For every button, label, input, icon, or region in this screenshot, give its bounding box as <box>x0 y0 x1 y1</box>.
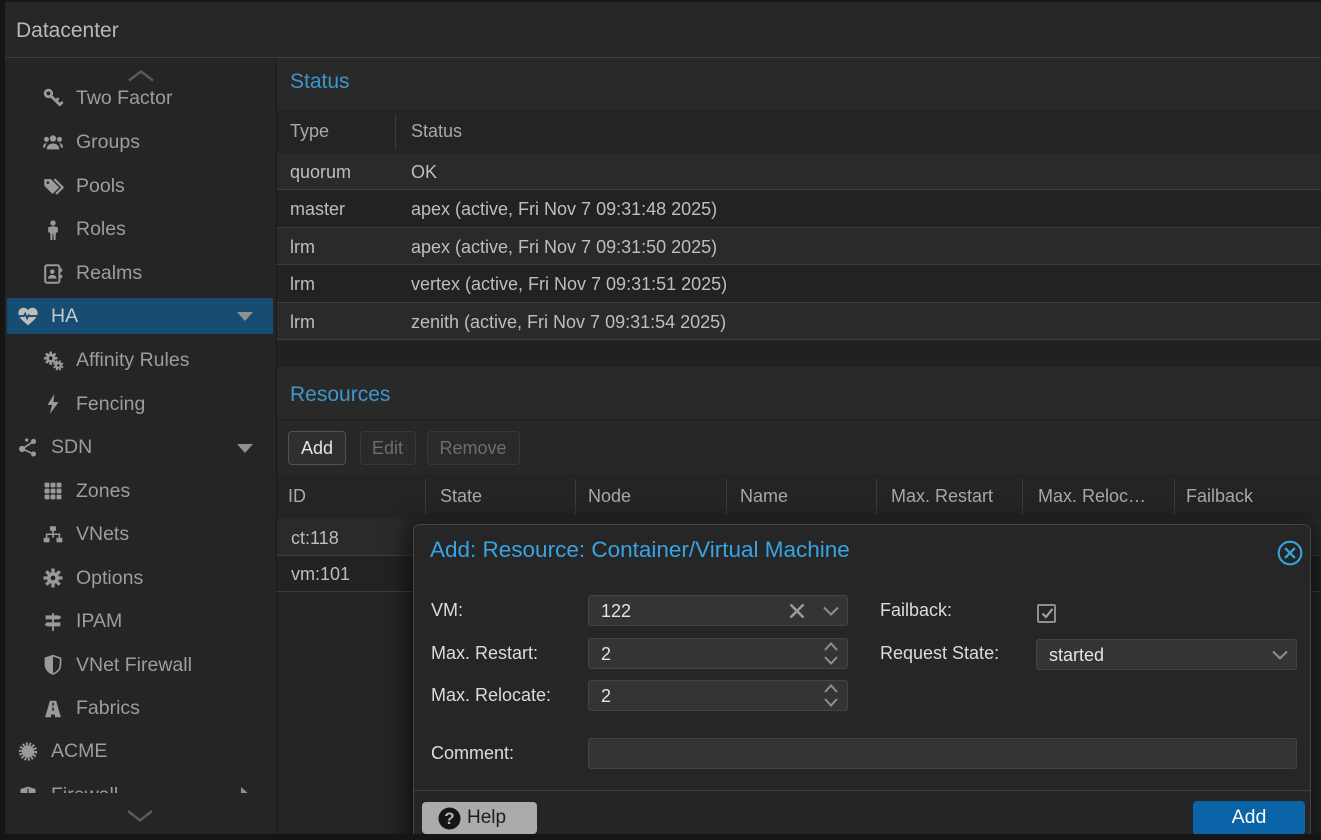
svg-text:?: ? <box>444 809 454 828</box>
